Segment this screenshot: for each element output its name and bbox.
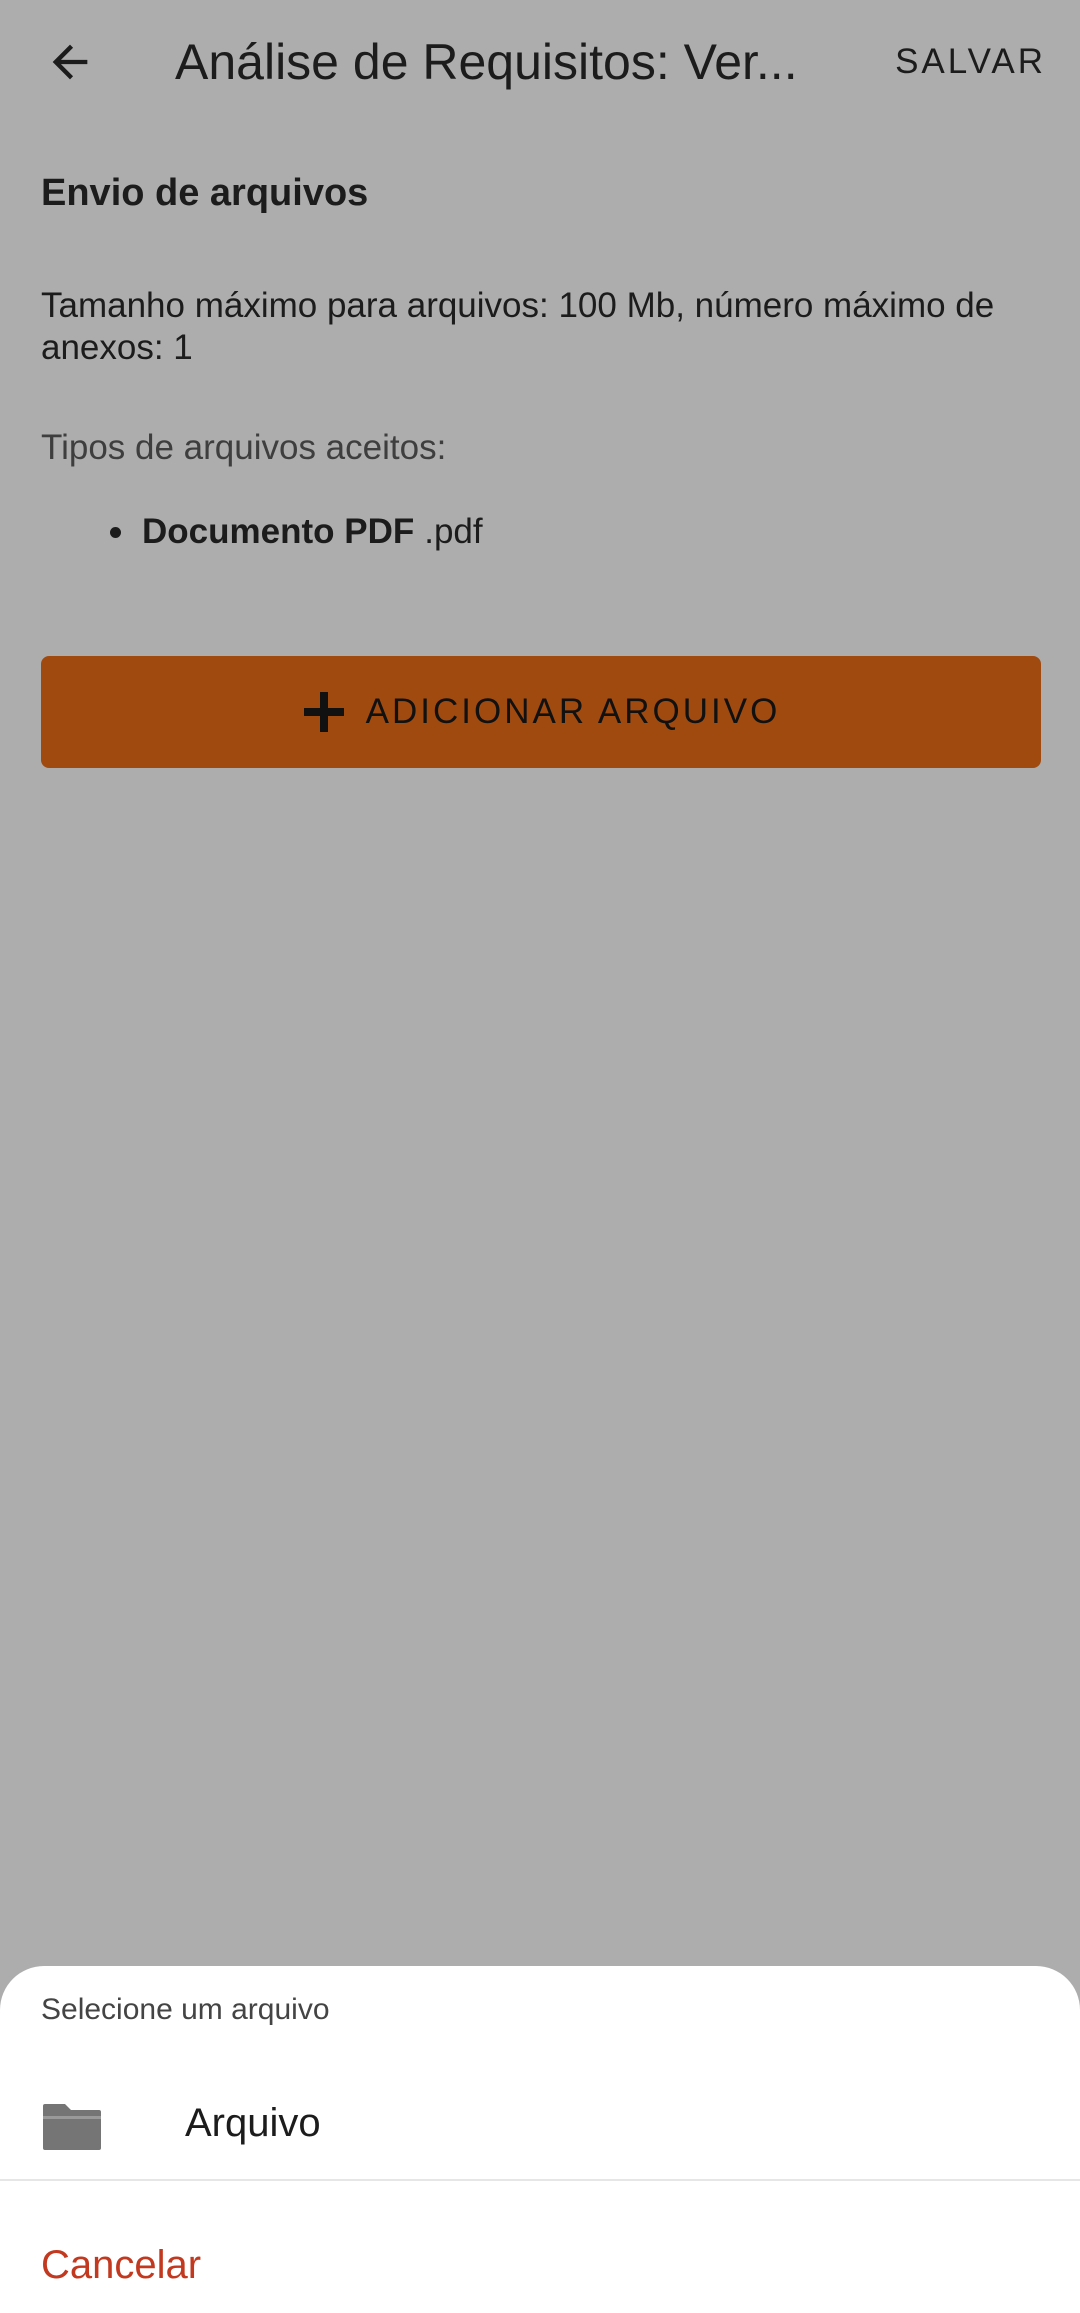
sheet-option-file[interactable]: Arquivo xyxy=(0,2046,1080,2196)
sheet-title: Selecione um arquivo xyxy=(41,1993,330,2026)
folder-icon xyxy=(43,2104,101,2150)
file-picker-sheet: Selecione um arquivo Arquivo Cancelar xyxy=(0,1966,1080,2313)
save-button[interactable]: SALVAR xyxy=(895,36,1046,88)
accepted-types-label: Tipos de arquivos aceitos: xyxy=(41,428,447,467)
page-title: Análise de Requisitos: Ver... xyxy=(175,34,798,90)
app-bar: Análise de Requisitos: Ver... SALVAR xyxy=(0,0,1080,124)
section-title: Envio de arquivos xyxy=(41,172,369,214)
option-label: Arquivo xyxy=(185,2101,321,2145)
divider xyxy=(0,2179,1080,2181)
bullet-icon xyxy=(110,526,121,538)
add-file-button[interactable]: ADICIONAR ARQUIVO xyxy=(41,656,1041,768)
file-limits-text: Tamanho máximo para arquivos: 100 Mb, nú… xyxy=(41,286,995,367)
back-button[interactable] xyxy=(30,22,110,102)
file-type-extension: .pdf xyxy=(424,512,483,551)
cancel-button[interactable]: Cancelar xyxy=(41,2240,201,2290)
plus-icon xyxy=(302,690,346,734)
arrow-left-icon xyxy=(52,44,88,80)
accepted-type-item: Documento PDF .pdf xyxy=(110,511,483,553)
add-file-label: ADICIONAR ARQUIVO xyxy=(365,692,781,731)
file-type-name: Documento PDF xyxy=(142,512,415,551)
